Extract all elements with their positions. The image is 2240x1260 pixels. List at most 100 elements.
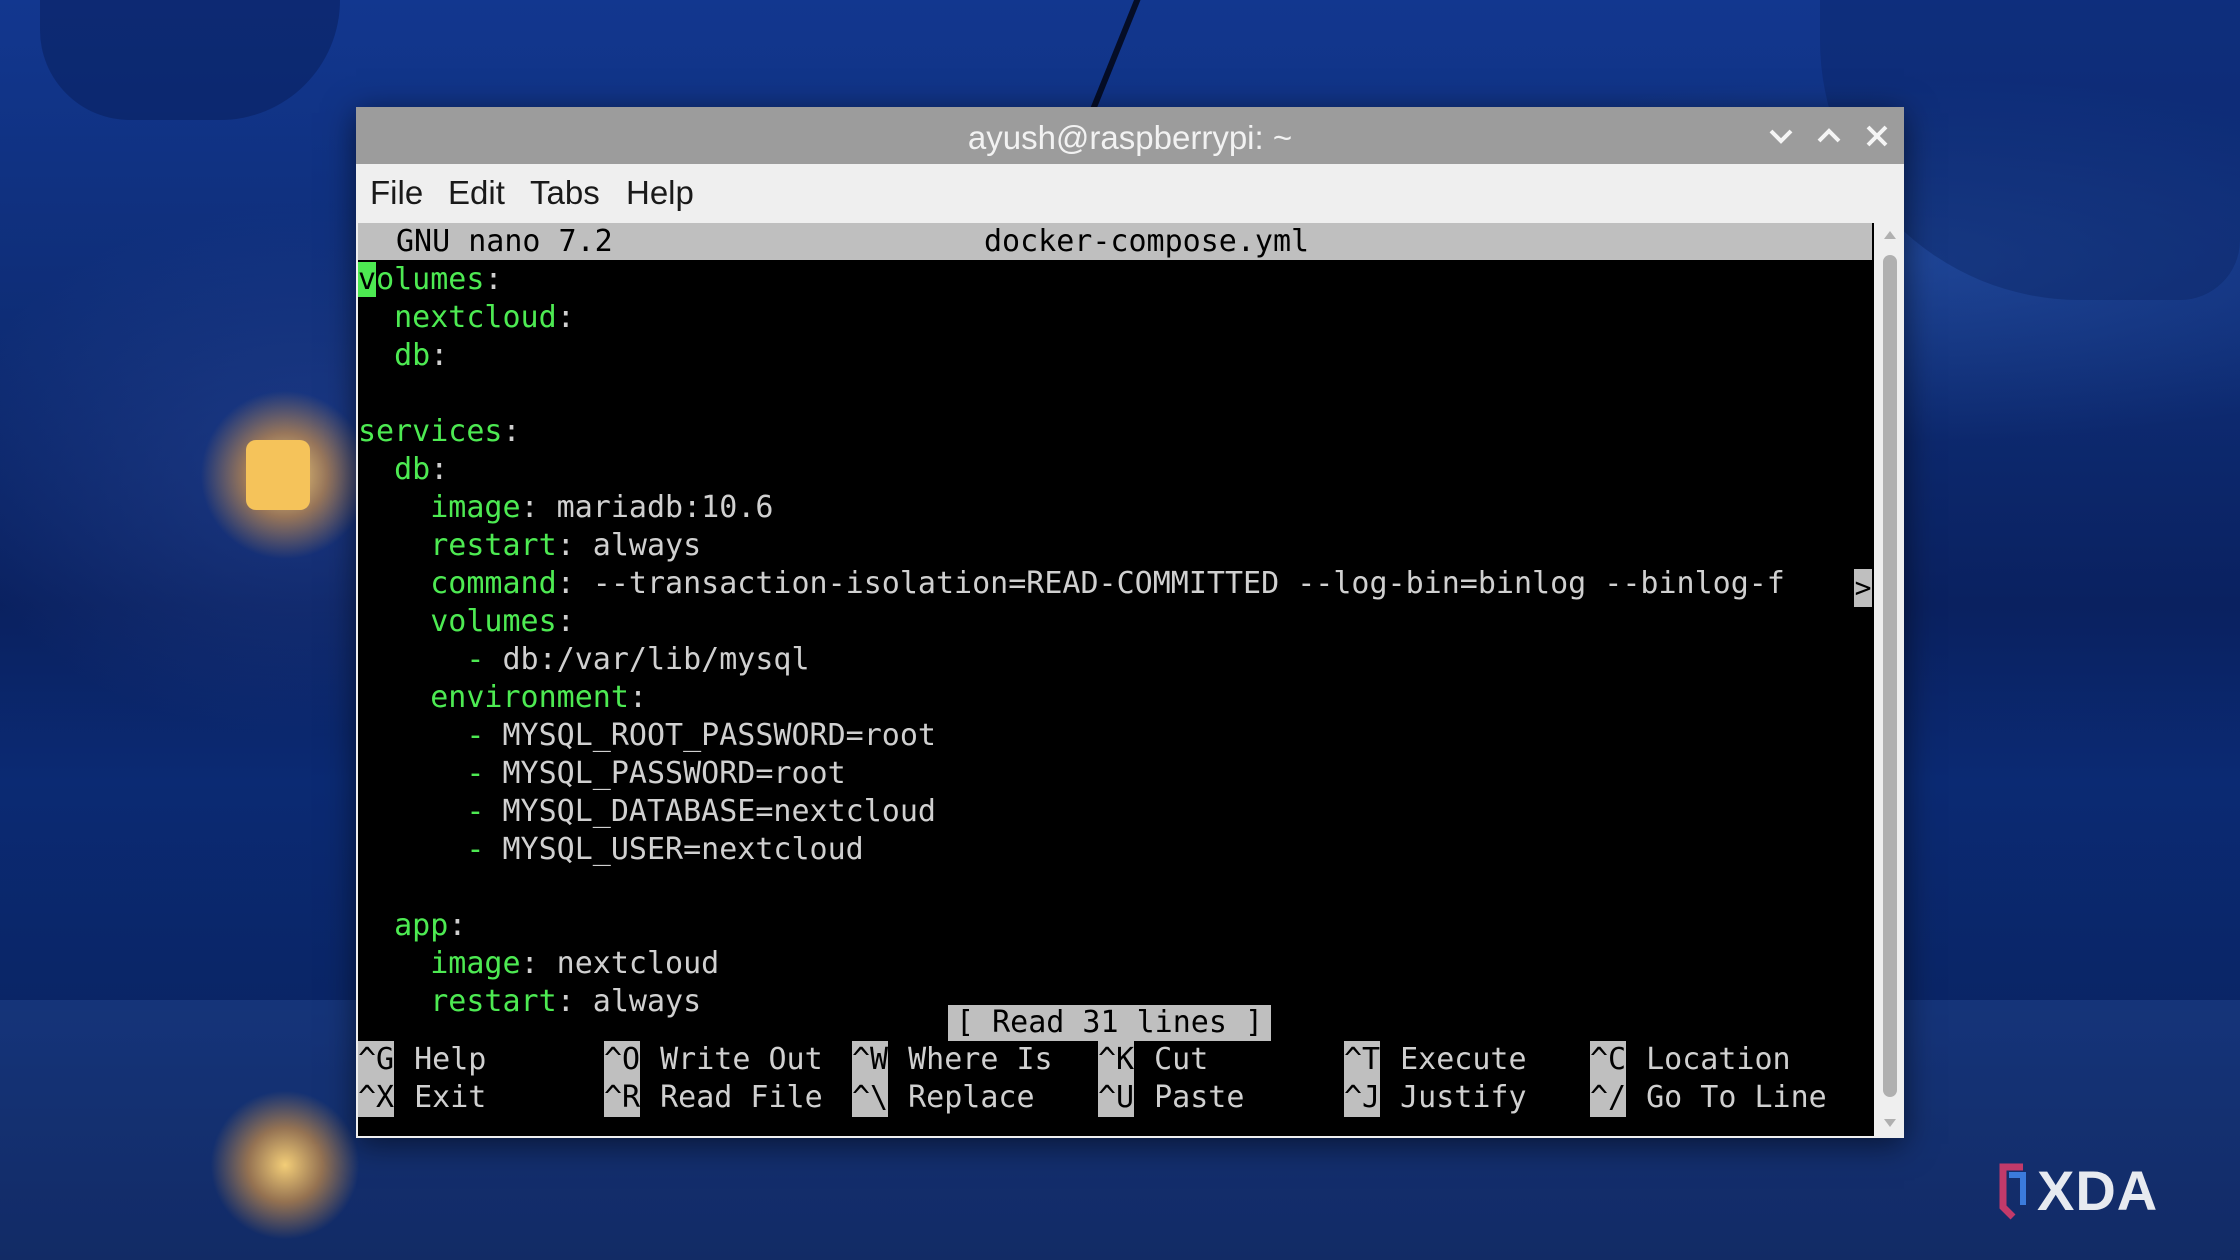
yaml-separator: : bbox=[556, 528, 575, 563]
shortcut-item[interactable]: ^U Paste bbox=[1098, 1079, 1244, 1117]
shortcut-label: Execute bbox=[1400, 1042, 1527, 1077]
scrollbar-thumb[interactable] bbox=[1883, 255, 1897, 1097]
yaml-key: - bbox=[358, 832, 485, 867]
menu-help[interactable]: Help bbox=[626, 174, 694, 212]
yaml-key: image bbox=[358, 946, 521, 981]
xda-watermark-text: XDA bbox=[2037, 1159, 2159, 1222]
window-titlebar[interactable]: ayush@raspberrypi: ~ bbox=[356, 107, 1904, 164]
code-line: restart: always bbox=[358, 527, 701, 565]
yaml-key: services bbox=[358, 414, 503, 449]
shortcut-key: ^\ bbox=[852, 1079, 889, 1117]
yaml-key: environment bbox=[358, 680, 629, 715]
yaml-key: command bbox=[358, 566, 557, 601]
yaml-value: always bbox=[574, 528, 702, 563]
terminal-scrollbar[interactable] bbox=[1879, 223, 1901, 1136]
shortcut-label: Help bbox=[414, 1042, 487, 1077]
shortcut-key: ^T bbox=[1344, 1041, 1381, 1079]
code-line: restart: always bbox=[358, 983, 701, 1021]
shortcut-label: Write Out bbox=[660, 1042, 823, 1077]
shortcut-item[interactable]: ^J Justify bbox=[1344, 1079, 1527, 1117]
code-line: nextcloud: bbox=[358, 299, 575, 337]
yaml-key: volumes bbox=[358, 604, 557, 639]
terminal-area[interactable]: GNU nano 7.2 docker-compose.yml volumes:… bbox=[358, 223, 1874, 1136]
yaml-separator: : bbox=[556, 984, 575, 1019]
code-line: services: bbox=[358, 413, 521, 451]
terminal-window: ayush@raspberrypi: ~ File Edit Tabs Help… bbox=[356, 107, 1904, 1138]
code-line: volumes: bbox=[358, 603, 575, 641]
code-line: environment: bbox=[358, 679, 647, 717]
shortcut-item[interactable]: ^O Write Out bbox=[604, 1041, 823, 1079]
menu-tabs[interactable]: Tabs bbox=[530, 174, 600, 212]
shortcut-item[interactable]: ^R Read File bbox=[604, 1079, 823, 1117]
close-button[interactable] bbox=[1858, 117, 1896, 155]
yaml-key: db bbox=[358, 338, 431, 373]
shortcut-item[interactable]: ^G Help bbox=[358, 1041, 486, 1079]
code-line: - MYSQL_PASSWORD=root bbox=[358, 755, 845, 793]
xda-watermark: XDA bbox=[1995, 1158, 2158, 1223]
yaml-key: olumes bbox=[376, 262, 485, 297]
code-line: command: --transaction-isolation=READ-CO… bbox=[358, 565, 1785, 603]
code-line: - db:/var/lib/mysql bbox=[358, 641, 810, 679]
yaml-separator: : bbox=[430, 452, 449, 487]
menu-file[interactable]: File bbox=[370, 174, 423, 212]
nano-header-bar: GNU nano 7.2 docker-compose.yml bbox=[358, 223, 1872, 260]
shortcut-label: Go To Line bbox=[1646, 1080, 1827, 1115]
yaml-key: restart bbox=[358, 984, 557, 1019]
yaml-value: MYSQL_ROOT_PASSWORD=root bbox=[484, 718, 936, 753]
yaml-key: image bbox=[358, 490, 521, 525]
shortcut-label: Paste bbox=[1154, 1080, 1245, 1115]
shortcut-label: Read File bbox=[660, 1080, 823, 1115]
yaml-key: app bbox=[358, 908, 449, 943]
code-line: - MYSQL_USER=nextcloud bbox=[358, 831, 864, 869]
shortcut-item[interactable]: ^C Location bbox=[1590, 1041, 1791, 1079]
shortcut-key: ^X bbox=[358, 1079, 395, 1117]
yaml-separator: : bbox=[484, 262, 503, 297]
background-mountain-left bbox=[40, 0, 340, 120]
shortcut-label: Replace bbox=[908, 1080, 1035, 1115]
background-lantern-body bbox=[246, 440, 310, 510]
yaml-key: db bbox=[358, 452, 431, 487]
yaml-separator: : bbox=[502, 414, 521, 449]
code-line: app: bbox=[358, 907, 466, 945]
shortcut-key: ^J bbox=[1344, 1079, 1381, 1117]
yaml-value: mariadb:10.6 bbox=[538, 490, 774, 525]
code-line: db: bbox=[358, 337, 448, 375]
chevron-down-icon bbox=[1769, 129, 1793, 144]
yaml-separator: : bbox=[556, 300, 575, 335]
menu-bar: File Edit Tabs Help bbox=[356, 164, 1904, 218]
yaml-key: - bbox=[358, 794, 485, 829]
yaml-value: nextcloud bbox=[538, 946, 720, 981]
text-cursor: v bbox=[358, 262, 377, 297]
shortcut-item[interactable]: ^\ Replace bbox=[852, 1079, 1035, 1117]
shortcut-item[interactable]: ^K Cut bbox=[1098, 1041, 1208, 1079]
code-line: image: nextcloud bbox=[358, 945, 719, 983]
line-overflow-indicator: > bbox=[1854, 569, 1872, 607]
chevron-up-icon bbox=[1817, 128, 1841, 143]
close-icon bbox=[1866, 125, 1888, 147]
shortcut-item[interactable]: ^W Where Is bbox=[852, 1041, 1053, 1079]
yaml-separator: : bbox=[556, 604, 575, 639]
yaml-key: restart bbox=[358, 528, 557, 563]
yaml-separator: : bbox=[520, 490, 539, 525]
yaml-value: MYSQL_USER=nextcloud bbox=[484, 832, 864, 867]
maximize-button[interactable] bbox=[1810, 117, 1848, 155]
minimize-button[interactable] bbox=[1762, 117, 1800, 155]
scroll-up-arrow-icon[interactable] bbox=[1882, 227, 1898, 243]
shortcut-item[interactable]: ^X Exit bbox=[358, 1079, 486, 1117]
yaml-key: - bbox=[358, 718, 485, 753]
yaml-separator: : bbox=[430, 338, 449, 373]
code-line: - MYSQL_DATABASE=nextcloud bbox=[358, 793, 936, 831]
nano-version: GNU nano 7.2 bbox=[396, 224, 613, 259]
yaml-value: MYSQL_DATABASE=nextcloud bbox=[484, 794, 936, 829]
shortcut-key: ^/ bbox=[1590, 1079, 1627, 1117]
menu-edit[interactable]: Edit bbox=[448, 174, 505, 212]
shortcut-key: ^W bbox=[852, 1041, 889, 1079]
shortcut-item[interactable]: ^/ Go To Line bbox=[1590, 1079, 1827, 1117]
shortcut-item[interactable]: ^T Execute bbox=[1344, 1041, 1527, 1079]
yaml-value: db:/var/lib/mysql bbox=[484, 642, 810, 677]
scroll-down-arrow-icon[interactable] bbox=[1882, 1115, 1898, 1131]
code-line: db: bbox=[358, 451, 448, 489]
yaml-key: nextcloud bbox=[358, 300, 557, 335]
yaml-value: always bbox=[574, 984, 702, 1019]
yaml-separator: : bbox=[628, 680, 647, 715]
